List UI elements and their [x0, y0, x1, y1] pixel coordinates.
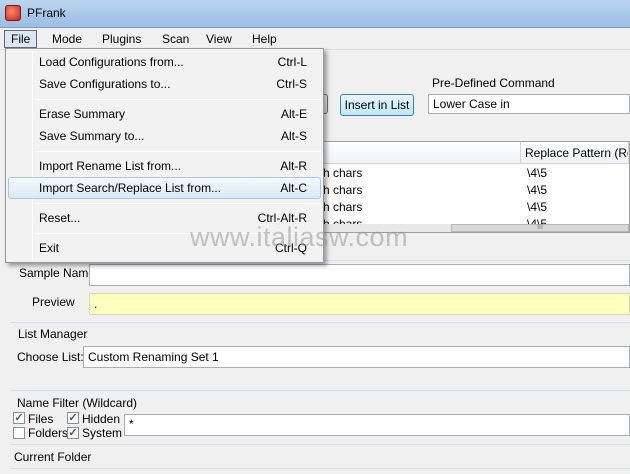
sample-name-label: Sample Name: [19, 266, 96, 280]
folders-label: Folders: [28, 426, 69, 440]
preview-label: Preview: [32, 295, 75, 309]
table-cell: h chars: [323, 200, 363, 214]
menu-scan[interactable]: Scan: [156, 30, 195, 48]
list-manager-title: List Manager: [18, 327, 88, 341]
menu-item-load-configurations[interactable]: Load Configurations from... Ctrl-L: [8, 51, 321, 73]
menu-bar: File Mode Plugins Scan View Help: [0, 28, 630, 50]
system-checkbox[interactable]: ✓: [67, 427, 79, 439]
menu-item-label: Import Search/Replace List from...: [39, 181, 222, 195]
column-header-pattern[interactable]: [321, 142, 521, 164]
menu-help[interactable]: Help: [246, 30, 283, 48]
predefined-command-select[interactable]: Lower Case in: [428, 94, 630, 114]
column-header-replace[interactable]: Replace Pattern (Regex): [521, 142, 629, 164]
scrollbar-thumb[interactable]: III: [451, 224, 629, 232]
menu-view[interactable]: View: [200, 30, 238, 48]
menu-item-import-rename-list[interactable]: Import Rename List from... Alt-R: [8, 155, 321, 177]
folders-checkbox[interactable]: [13, 427, 25, 439]
menu-item-label: Reset...: [39, 211, 81, 225]
menu-file[interactable]: File: [4, 30, 38, 48]
menu-item-shortcut: Alt-E: [280, 107, 307, 121]
name-filter-title: Name Filter (Wildcard): [17, 396, 138, 410]
predefined-command-label: Pre-Defined Command: [432, 76, 555, 90]
menu-item-shortcut: Alt-S: [280, 129, 307, 143]
sample-name-input[interactable]: [89, 264, 630, 286]
title-bar: PFrank: [0, 0, 630, 28]
choose-list-select[interactable]: Custom Renaming Set 1: [83, 346, 630, 368]
menu-item-save-summary[interactable]: Save Summary to... Alt-S: [8, 125, 321, 147]
menu-item-label: Save Configurations to...: [39, 77, 171, 91]
watermark-text: www.italiasw.com: [190, 222, 409, 252]
menu-separator: [36, 203, 321, 204]
menu-separator: [36, 151, 321, 152]
menu-item-label: Load Configurations from...: [39, 55, 184, 69]
menu-item-shortcut: Ctrl-S: [276, 77, 307, 91]
menu-item-save-configurations[interactable]: Save Configurations to... Ctrl-S: [8, 73, 321, 95]
files-checkbox[interactable]: ✓: [13, 412, 25, 424]
menu-item-erase-summary[interactable]: Erase Summary Alt-E: [8, 103, 321, 125]
menu-item-shortcut: Alt-C: [280, 181, 307, 195]
divider: [10, 390, 630, 391]
menu-item-shortcut: Alt-R: [280, 159, 307, 173]
menu-item-shortcut: Ctrl-L: [277, 55, 307, 69]
menu-separator: [36, 99, 321, 100]
preview-field: .: [89, 293, 630, 315]
files-label: Files: [28, 412, 54, 426]
hidden-checkbox[interactable]: ✓: [67, 412, 79, 424]
menu-item-label: Erase Summary: [39, 107, 126, 121]
menu-item-label: Save Summary to...: [39, 129, 145, 143]
table-cell: h chars: [323, 166, 363, 180]
window-title: PFrank: [27, 6, 66, 20]
menu-item-label: Import Rename List from...: [39, 159, 182, 173]
menu-item-label: Exit: [39, 241, 60, 255]
table-cell: \4\5: [527, 166, 548, 180]
regex-table[interactable]: Replace Pattern (Regex) h chars \4\5 h c…: [320, 141, 630, 233]
divider: [10, 322, 630, 323]
current-folder-title: Current Folder: [14, 450, 92, 464]
table-cell: h chars: [323, 183, 363, 197]
table-cell: \4\5: [527, 183, 548, 197]
wildcard-input[interactable]: *: [124, 414, 630, 436]
divider: [10, 468, 630, 469]
system-label: System: [82, 426, 123, 440]
menu-item-import-search-replace-list[interactable]: Import Search/Replace List from... Alt-C: [8, 177, 321, 199]
menu-mode[interactable]: Mode: [46, 30, 88, 48]
divider: [10, 444, 630, 445]
choose-list-label: Choose List:: [17, 350, 84, 364]
table-cell: \4\5: [527, 200, 548, 214]
insert-in-list-button[interactable]: Insert in List: [340, 94, 414, 116]
app-icon: [5, 5, 21, 21]
hidden-label: Hidden: [82, 412, 121, 426]
menu-plugins[interactable]: Plugins: [96, 30, 147, 48]
